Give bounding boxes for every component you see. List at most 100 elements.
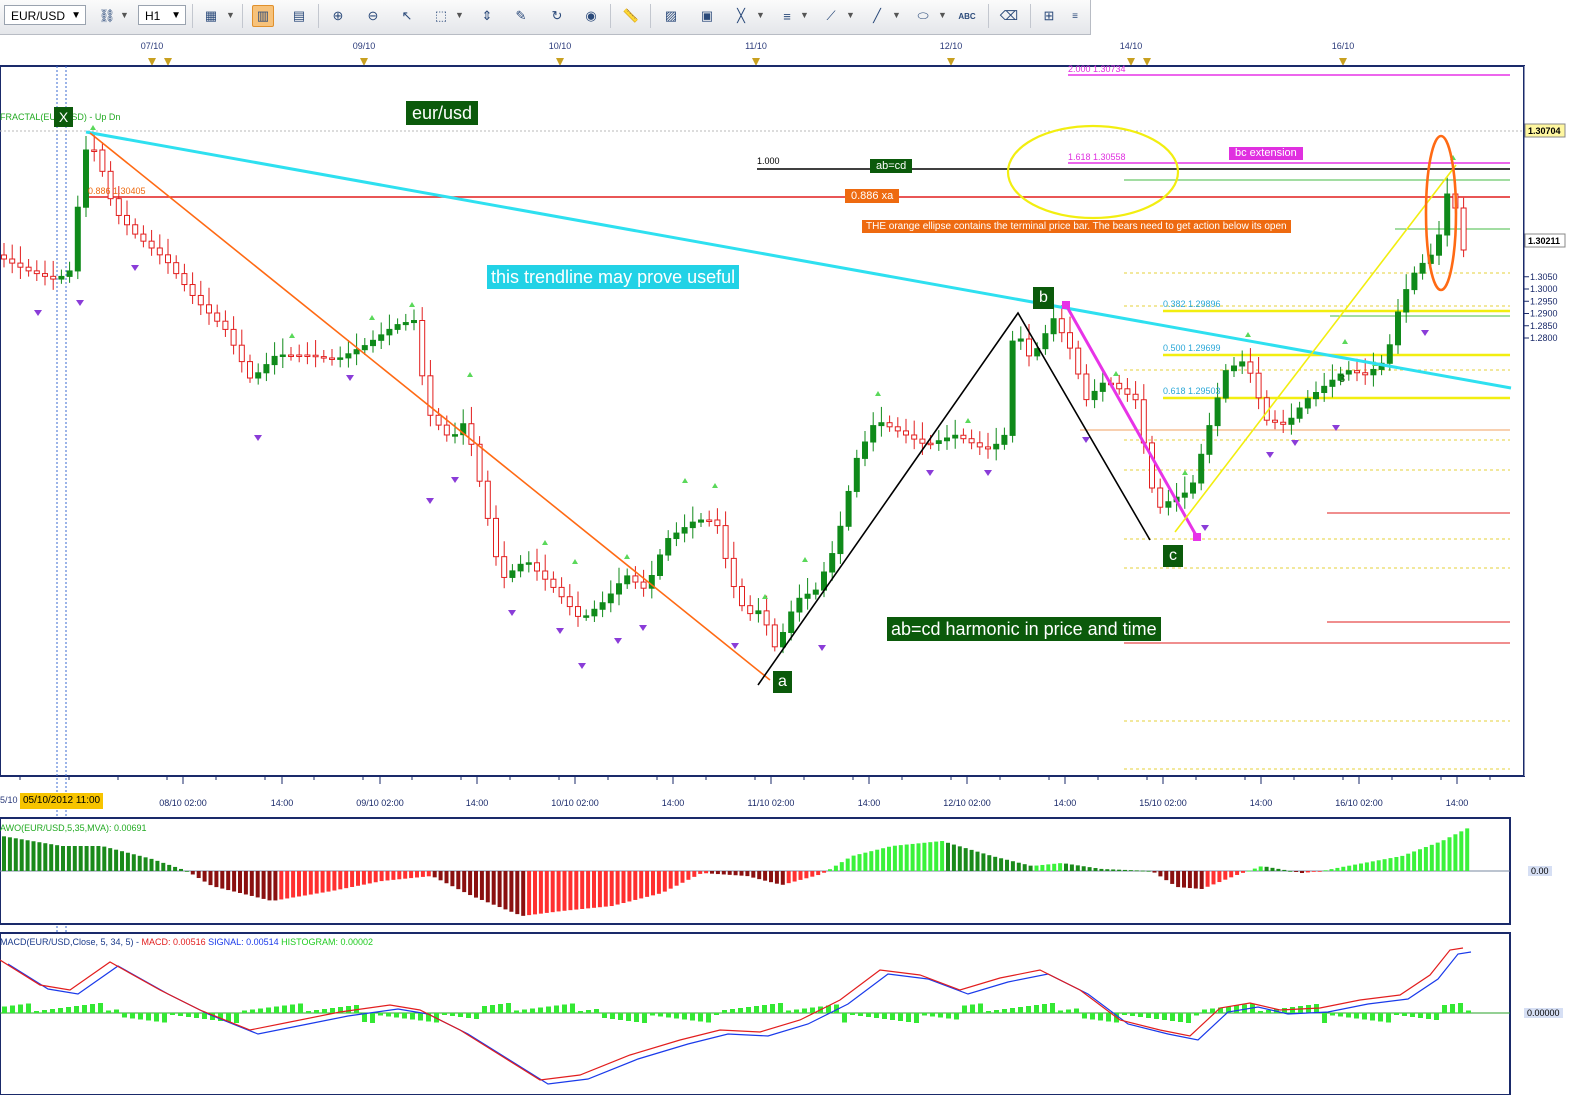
horizontal-lines-icon[interactable]: ≡ <box>776 5 798 27</box>
point-b-label[interactable]: b <box>1033 287 1054 309</box>
trendline-icon[interactable]: ╱ <box>866 5 888 27</box>
awo-bar <box>462 871 467 893</box>
awo-bar <box>391 871 396 880</box>
abcd-label[interactable]: ab=cd <box>870 159 913 173</box>
awo-bar <box>190 871 195 875</box>
macd-panel[interactable] <box>0 947 1510 1085</box>
candle-body <box>853 457 860 492</box>
xa-label[interactable]: 0.886 xa <box>845 189 900 203</box>
macd-histogram-bar <box>650 1013 655 1016</box>
candle-body <box>1190 482 1196 494</box>
candle-body <box>230 328 237 346</box>
macd-histogram-bar <box>250 1009 255 1013</box>
awo-bar <box>1317 871 1322 872</box>
awo-bar <box>320 871 325 893</box>
awo-bar <box>125 852 130 871</box>
separator <box>610 4 611 28</box>
chevron-down-icon[interactable]: ▼ <box>800 10 809 20</box>
chevron-down-icon[interactable]: ▼ <box>455 10 464 20</box>
awo-bar <box>379 871 384 882</box>
candle-body <box>1419 262 1426 274</box>
macd-histogram-bar <box>458 1013 463 1017</box>
candle-body <box>378 334 385 341</box>
objects-tree-icon[interactable]: ⊞ <box>1038 5 1060 27</box>
template-icon[interactable]: ▤ <box>288 5 310 27</box>
link-chart-icon[interactable]: ⛓ <box>96 5 118 27</box>
eraser-icon[interactable]: ⌫ <box>998 5 1020 27</box>
chevron-down-icon[interactable]: ▼ <box>938 10 947 20</box>
ruler-icon[interactable]: 📏 <box>620 5 642 27</box>
awo-bar <box>704 871 709 874</box>
candles-icon[interactable]: ▥ <box>252 5 274 27</box>
price-chart[interactable] <box>0 66 1524 1095</box>
awo-bar <box>1016 862 1021 871</box>
candle-body <box>1255 372 1262 399</box>
chevron-down-icon[interactable]: ▼ <box>756 10 765 20</box>
macd-histogram-bar <box>1426 1013 1431 1019</box>
harmonic-note[interactable]: ab=cd harmonic in price and time <box>887 617 1161 641</box>
report-icon[interactable]: ▣ <box>696 5 718 27</box>
candle-body <box>985 446 991 450</box>
candle-body <box>165 254 171 264</box>
symbol-select[interactable]: EUR/USD ▼ <box>4 5 86 25</box>
awo-bar <box>291 871 296 898</box>
picture-icon[interactable]: ▨ <box>660 5 682 27</box>
more-options-icon[interactable]: ≡ <box>1068 5 1082 27</box>
awo-bar <box>243 871 248 895</box>
awo-bar <box>13 838 18 871</box>
cursor-icon[interactable]: ↖ <box>396 5 418 27</box>
macd-histogram-bar <box>1114 1013 1119 1023</box>
date-marker <box>164 58 172 66</box>
awo-bar <box>55 845 60 871</box>
point-a-label[interactable]: a <box>773 671 792 693</box>
bc-extension-label[interactable]: bc extension <box>1229 147 1303 160</box>
timeframe-select[interactable]: H1 ▼ <box>138 5 186 25</box>
point-x-label[interactable]: X <box>54 107 73 127</box>
candle-body <box>673 532 680 540</box>
candle-body <box>706 519 713 522</box>
point-c-label[interactable]: c <box>1163 545 1183 567</box>
chart-type-icon[interactable]: ▦ <box>200 5 222 27</box>
macd-histogram-bar <box>914 1013 919 1023</box>
awo-bar <box>940 841 945 871</box>
date-marker <box>1143 58 1151 66</box>
candle-body <box>370 339 376 347</box>
candle-body <box>1026 338 1032 357</box>
ellipse-note[interactable]: THE orange ellipse contains the terminal… <box>862 220 1291 233</box>
fibonacci-icon[interactable]: ⟋ <box>820 5 842 27</box>
candle-body <box>1296 407 1303 419</box>
candle-body <box>197 294 204 306</box>
awo-bar <box>1152 871 1157 873</box>
awesome-oscillator-panel[interactable] <box>0 828 1510 916</box>
properties-icon[interactable]: ✎ <box>510 5 532 27</box>
trendline-note[interactable]: this trendline may prove useful <box>487 265 740 289</box>
globe-icon[interactable]: ◉ <box>580 5 602 27</box>
draw-lines-icon[interactable]: ╳ <box>730 5 752 27</box>
candle-body <box>1460 207 1467 251</box>
text-tool-icon[interactable]: ABC <box>956 5 978 27</box>
macd-histogram-bar <box>1402 1013 1407 1016</box>
toolbar: EUR/USD ▼ ⛓ ▼ H1 ▼ ▦ ▼ ▥ ▤ ⊕ ⊖ ↖ ⬚ ▼ ⇕ ✎ ↻… <box>0 0 1091 35</box>
awo-bar <box>1022 864 1027 871</box>
fractal-down-arrow <box>508 610 516 616</box>
awo-bar <box>1252 868 1257 871</box>
zoom-box-icon[interactable]: ⬚ <box>430 5 452 27</box>
chevron-down-icon[interactable]: ▼ <box>226 10 235 20</box>
macd-histogram-bar <box>994 1010 999 1013</box>
macd-histogram-bar <box>1290 1007 1295 1013</box>
chevron-down-icon[interactable]: ▼ <box>846 10 855 20</box>
macd-histogram-bar <box>354 1005 359 1013</box>
zoom-in-icon[interactable]: ⊕ <box>327 5 349 27</box>
chevron-down-icon[interactable]: ▼ <box>120 10 129 20</box>
candle-body <box>247 361 253 379</box>
chevron-down-icon[interactable]: ▼ <box>892 10 901 20</box>
candle-body <box>607 593 614 604</box>
macd-histogram-bar <box>186 1013 191 1017</box>
ellipse-icon[interactable]: ⬭ <box>912 5 934 27</box>
fractal-up-arrow <box>409 302 415 307</box>
candle-body <box>353 349 360 355</box>
zoom-out-icon[interactable]: ⊖ <box>362 5 384 27</box>
refresh-icon[interactable]: ↻ <box>546 5 568 27</box>
pan-icon[interactable]: ⇕ <box>476 5 498 27</box>
title-label[interactable]: eur/usd <box>406 101 479 125</box>
